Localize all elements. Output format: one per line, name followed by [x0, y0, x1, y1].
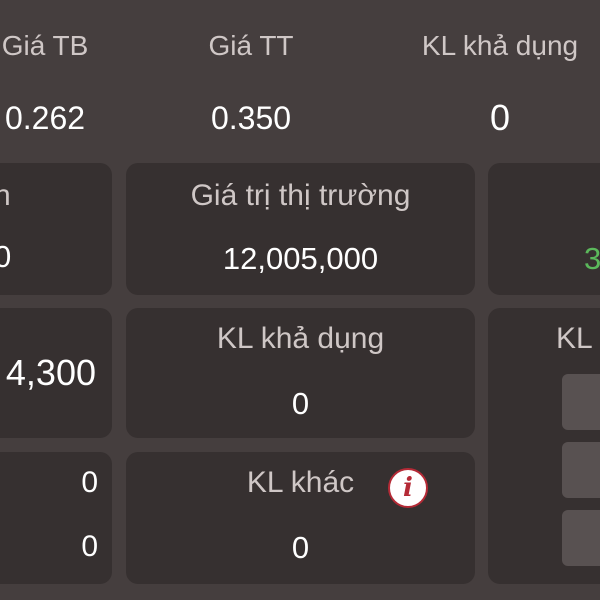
avg-price-label: Giá TB: [1, 30, 89, 61]
card-row1-right: 3: [488, 163, 600, 295]
avg-price-value: 0.262: [4, 100, 86, 136]
card-row2-left: 4,300: [0, 308, 112, 438]
card-row1-right-value: 3: [584, 241, 600, 276]
market-price-column: Giá TT 0.350: [166, 26, 336, 146]
available-qty-column: KL khả dụng 0: [400, 26, 600, 146]
info-icon[interactable]: i: [388, 468, 428, 508]
other-qty-value: 0: [291, 530, 310, 565]
card-available-qty: KL khả dụng 0: [126, 308, 475, 438]
card-row3-left-value-1: 0: [81, 466, 98, 499]
portfolio-detail-panel: Giá TB 0.262 Giá TT 0.350 KL khả dụng 0 …: [0, 0, 600, 600]
card-row2-right-label: KL: [556, 322, 593, 355]
qty-option-button-1[interactable]: [562, 374, 600, 430]
market-value-value: 12,005,000: [222, 241, 379, 276]
available-qty-value: 0: [489, 97, 511, 138]
card-row1-left: n 0: [0, 163, 112, 295]
market-value-label: Giá trị thị trường: [190, 179, 411, 212]
card-available-qty-label: KL khả dụng: [216, 322, 385, 355]
card-market-value: Giá trị thị trường 12,005,000: [126, 163, 475, 295]
card-row2-right: KL: [488, 308, 600, 584]
qty-option-button-2[interactable]: [562, 442, 600, 498]
card-row3-left-value-2: 0: [81, 530, 98, 563]
card-other-qty: KL khác i 0: [126, 452, 475, 584]
market-price-value: 0.350: [210, 100, 292, 136]
info-icon-glyph: i: [403, 473, 413, 503]
card-available-qty-value: 0: [291, 386, 310, 421]
market-price-label: Giá TT: [208, 30, 294, 61]
card-row1-left-label: n: [0, 179, 11, 212]
qty-option-button-3[interactable]: [562, 510, 600, 566]
card-row1-left-value: 0: [0, 239, 12, 274]
card-row2-left-value: 4,300: [5, 352, 96, 393]
card-row3-left: 0 0: [0, 452, 112, 584]
available-qty-label: KL khả dụng: [421, 30, 579, 61]
avg-price-column: Giá TB 0.262: [0, 26, 130, 146]
